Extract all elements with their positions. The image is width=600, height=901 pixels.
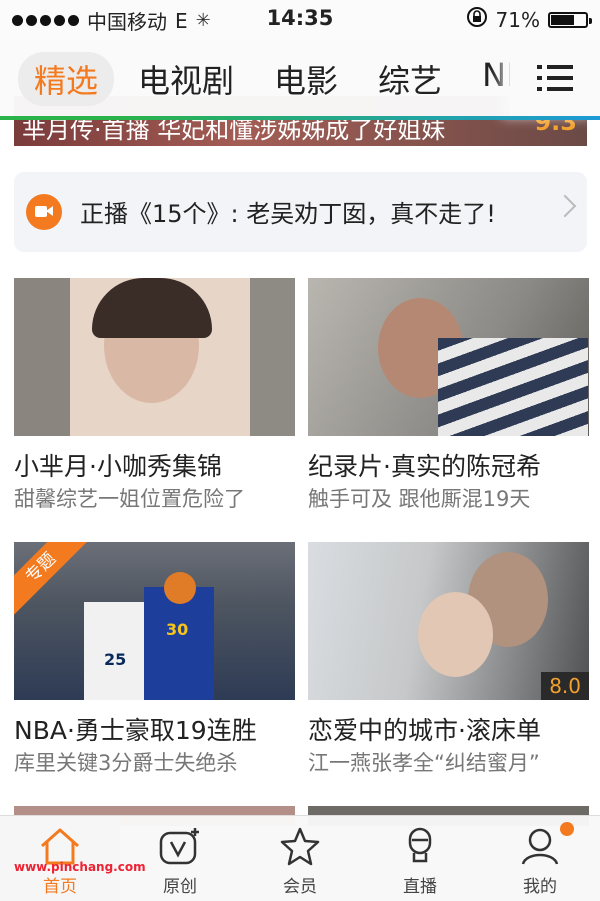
loading-progress-bar bbox=[0, 116, 600, 120]
rotation-lock-icon bbox=[466, 6, 488, 33]
video-thumbnail bbox=[14, 278, 295, 436]
card-subtitle: 甜馨综艺一姐位置危险了 bbox=[14, 487, 245, 511]
tab-variety[interactable]: 综艺 bbox=[362, 52, 458, 106]
battery-percent: 71% bbox=[495, 7, 540, 32]
status-bar: 中国移动 E ✳ 14:35 71% bbox=[0, 0, 600, 40]
video-card[interactable]: 8.0 恋爱中的城市·滚床单 江一燕张孝全“纠结蜜月” bbox=[308, 542, 589, 778]
channel-menu-button[interactable] bbox=[510, 40, 600, 116]
original-v-icon bbox=[158, 826, 202, 870]
now-playing-bar[interactable]: 正播《15个》: 老吴劝丁囡，真不走了! bbox=[14, 172, 587, 252]
list-menu-icon bbox=[537, 65, 573, 91]
tab-featured[interactable]: 精选 bbox=[18, 52, 115, 106]
battery-icon bbox=[548, 11, 592, 28]
chevron-right-icon bbox=[553, 194, 577, 218]
nav-original[interactable]: 原创 bbox=[120, 816, 240, 901]
card-subtitle: 库里关键3分爵士失绝杀 bbox=[14, 751, 238, 775]
card-title: 恋爱中的城市·滚床单 bbox=[308, 716, 541, 745]
video-camera-icon bbox=[26, 194, 62, 230]
star-icon bbox=[278, 826, 322, 870]
video-thumbnail: 8.0 bbox=[308, 542, 589, 700]
watermark-text: www.pinchang.com bbox=[14, 860, 146, 874]
nav-home[interactable]: 首页 bbox=[0, 816, 120, 901]
card-title: 纪录片·真实的陈冠希 bbox=[308, 452, 541, 481]
bottom-navigation: 首页 原创 会员 直播 我的 bbox=[0, 815, 600, 901]
nav-profile[interactable]: 我的 bbox=[480, 816, 600, 901]
topic-tag-badge: 专题 bbox=[14, 542, 90, 617]
nav-profile-label: 我的 bbox=[523, 877, 557, 897]
nav-live[interactable]: 直播 bbox=[360, 816, 480, 901]
video-card[interactable]: 纪录片·真实的陈冠希 触手可及 跟他厮混19天 bbox=[308, 278, 589, 514]
nav-original-label: 原创 bbox=[163, 877, 197, 897]
video-thumbnail: 25 30 专题 bbox=[14, 542, 295, 700]
notification-dot bbox=[560, 822, 574, 836]
now-playing-text: 正播《15个》: 老吴劝丁囡，真不走了! bbox=[80, 200, 496, 228]
rating-badge: 8.0 bbox=[541, 672, 589, 700]
tab-movies[interactable]: 电影 bbox=[258, 52, 354, 106]
video-thumbnail bbox=[308, 278, 589, 436]
user-icon bbox=[518, 826, 562, 870]
video-card[interactable]: 25 30 专题 NBA·勇士豪取19连胜 库里关键3分爵士失绝杀 bbox=[14, 542, 295, 778]
microphone-icon bbox=[398, 826, 442, 870]
nav-live-label: 直播 bbox=[403, 877, 437, 897]
nav-vip-label: 会员 bbox=[283, 877, 317, 897]
nav-home-label: 首页 bbox=[43, 877, 77, 897]
card-subtitle: 触手可及 跟他厮混19天 bbox=[308, 487, 531, 511]
tab-tv-series[interactable]: 电视剧 bbox=[122, 52, 250, 106]
video-card[interactable]: 小芈月·小咖秀集锦 甜馨综艺一姐位置危险了 bbox=[14, 278, 295, 514]
card-title: 小芈月·小咖秀集锦 bbox=[14, 452, 222, 481]
nav-vip[interactable]: 会员 bbox=[240, 816, 360, 901]
category-tab-bar: 精选 电视剧 电影 综艺 NBA bbox=[0, 40, 600, 116]
card-title: NBA·勇士豪取19连胜 bbox=[14, 716, 257, 745]
card-subtitle: 江一燕张孝全“纠结蜜月” bbox=[308, 751, 540, 775]
